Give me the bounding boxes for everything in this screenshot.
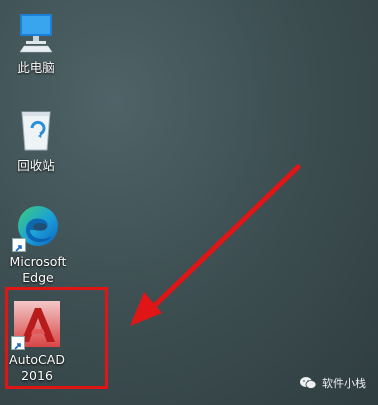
watermark-text: 软件小栈 [322, 377, 366, 390]
wechat-icon [300, 377, 317, 389]
pointer-arrow [130, 164, 301, 326]
desktop: 此电脑 回收站 Microsoft Edge AutoCAD 2016 软件小栈 [0, 0, 378, 405]
watermark: 软件小栈 [299, 375, 366, 391]
